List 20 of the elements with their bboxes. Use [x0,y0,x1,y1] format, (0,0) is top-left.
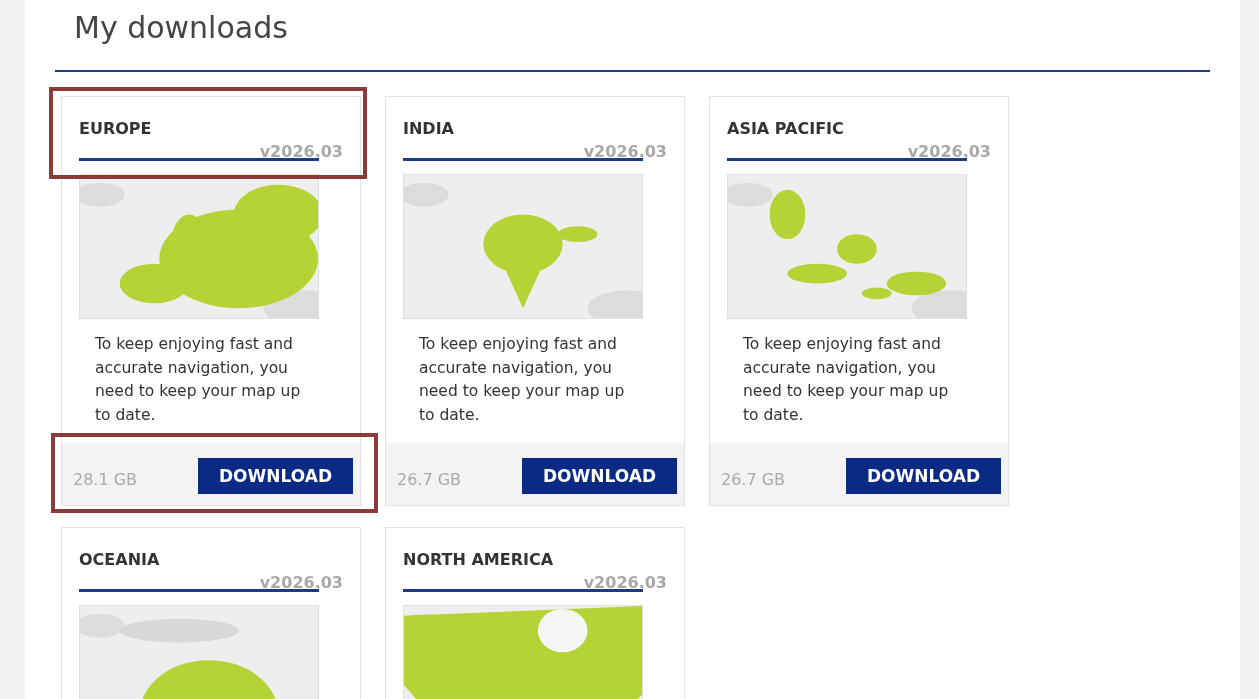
download-button[interactable]: DOWNLOAD [846,457,1001,494]
region-title: INDIA [403,119,455,138]
version-label: v2026.03 [258,142,343,161]
card-description: To keep enjoying fast and accurate navigation, you need to keep your map up to date. [95,334,302,426]
version-label: v2026.03 [582,573,667,592]
download-button[interactable]: DOWNLOAD [198,457,353,494]
region-title: NORTH AMERICA [403,550,555,569]
file-size: 28.1 GB [73,469,138,489]
version-label: v2026.03 [906,142,991,161]
region-title: ASIA PACIFIC [727,119,845,138]
version-label: v2026.03 [258,573,343,592]
card-description: To keep enjoying fast and accurate navigation, you need to keep your map up to date. [743,334,950,426]
version-label: v2026.03 [582,142,667,161]
file-size: 26.7 GB [397,469,462,489]
file-size: 26.7 GB [721,469,786,489]
region-title: EUROPE [79,119,153,138]
download-button[interactable]: DOWNLOAD [522,457,677,494]
card-description: To keep enjoying fast and accurate navigation, you need to keep your map up to date. [419,334,626,426]
region-title: OCEANIA [79,550,161,569]
page-title: My downloads [73,9,289,47]
